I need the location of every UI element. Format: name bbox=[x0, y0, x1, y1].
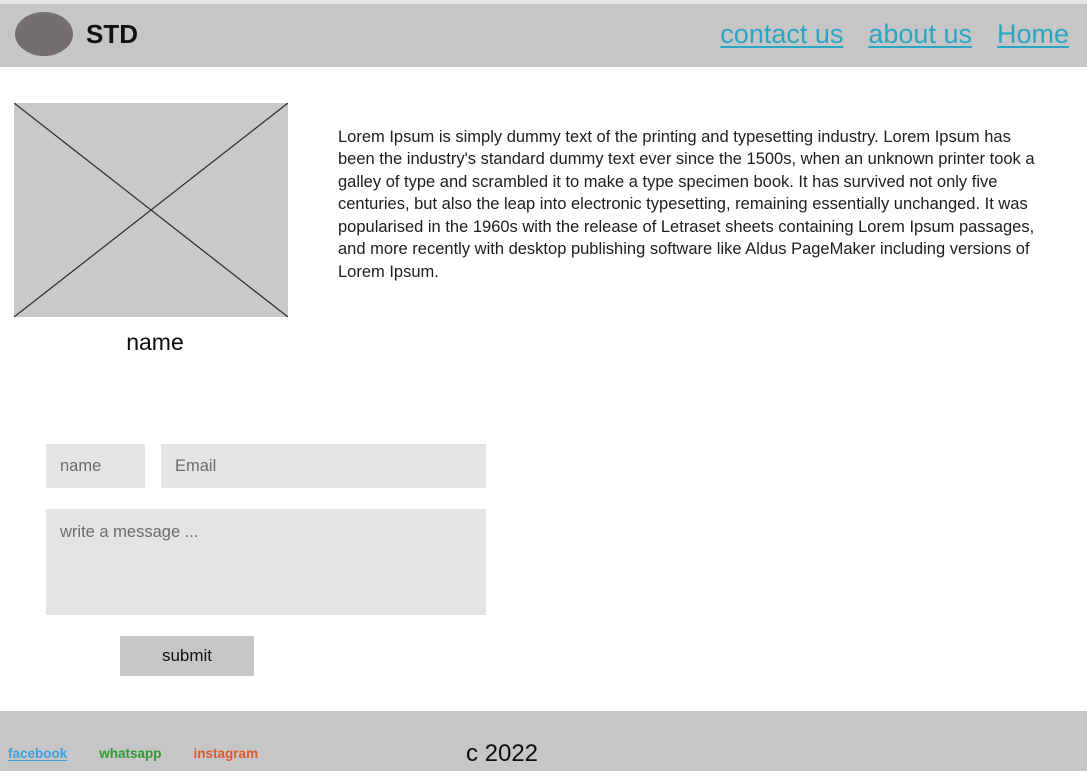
submit-button[interactable]: submit bbox=[120, 636, 254, 676]
site-header: STD contact us about us Home bbox=[0, 4, 1087, 67]
contact-form: submit bbox=[46, 444, 486, 676]
copyright-text: c 2022 bbox=[465, 740, 539, 767]
nav-link-about-us[interactable]: about us bbox=[868, 18, 972, 50]
image-placeholder-cross-icon bbox=[14, 103, 288, 317]
page-root: STD contact us about us Home name Lorem … bbox=[0, 0, 1087, 771]
main-nav: contact us about us Home bbox=[720, 18, 1069, 50]
hero-figure: name bbox=[14, 103, 288, 356]
form-row-name-email bbox=[46, 444, 486, 488]
brand[interactable]: STD bbox=[15, 12, 138, 56]
hero-paragraph: Lorem Ipsum is simply dummy text of the … bbox=[338, 127, 1035, 281]
message-textarea[interactable] bbox=[46, 509, 486, 615]
nav-link-home[interactable]: Home bbox=[997, 18, 1069, 50]
hero-figure-caption: name bbox=[126, 329, 184, 355]
email-input[interactable] bbox=[161, 444, 486, 488]
brand-name: STD bbox=[86, 19, 138, 49]
ellipse-logo-icon bbox=[15, 12, 73, 56]
nav-link-contact-us[interactable]: contact us bbox=[720, 18, 843, 50]
name-input[interactable] bbox=[46, 444, 145, 488]
submit-button-wrap: submit bbox=[46, 636, 486, 676]
site-footer: facebook whatsapp instagram c 2022 bbox=[0, 711, 1087, 771]
